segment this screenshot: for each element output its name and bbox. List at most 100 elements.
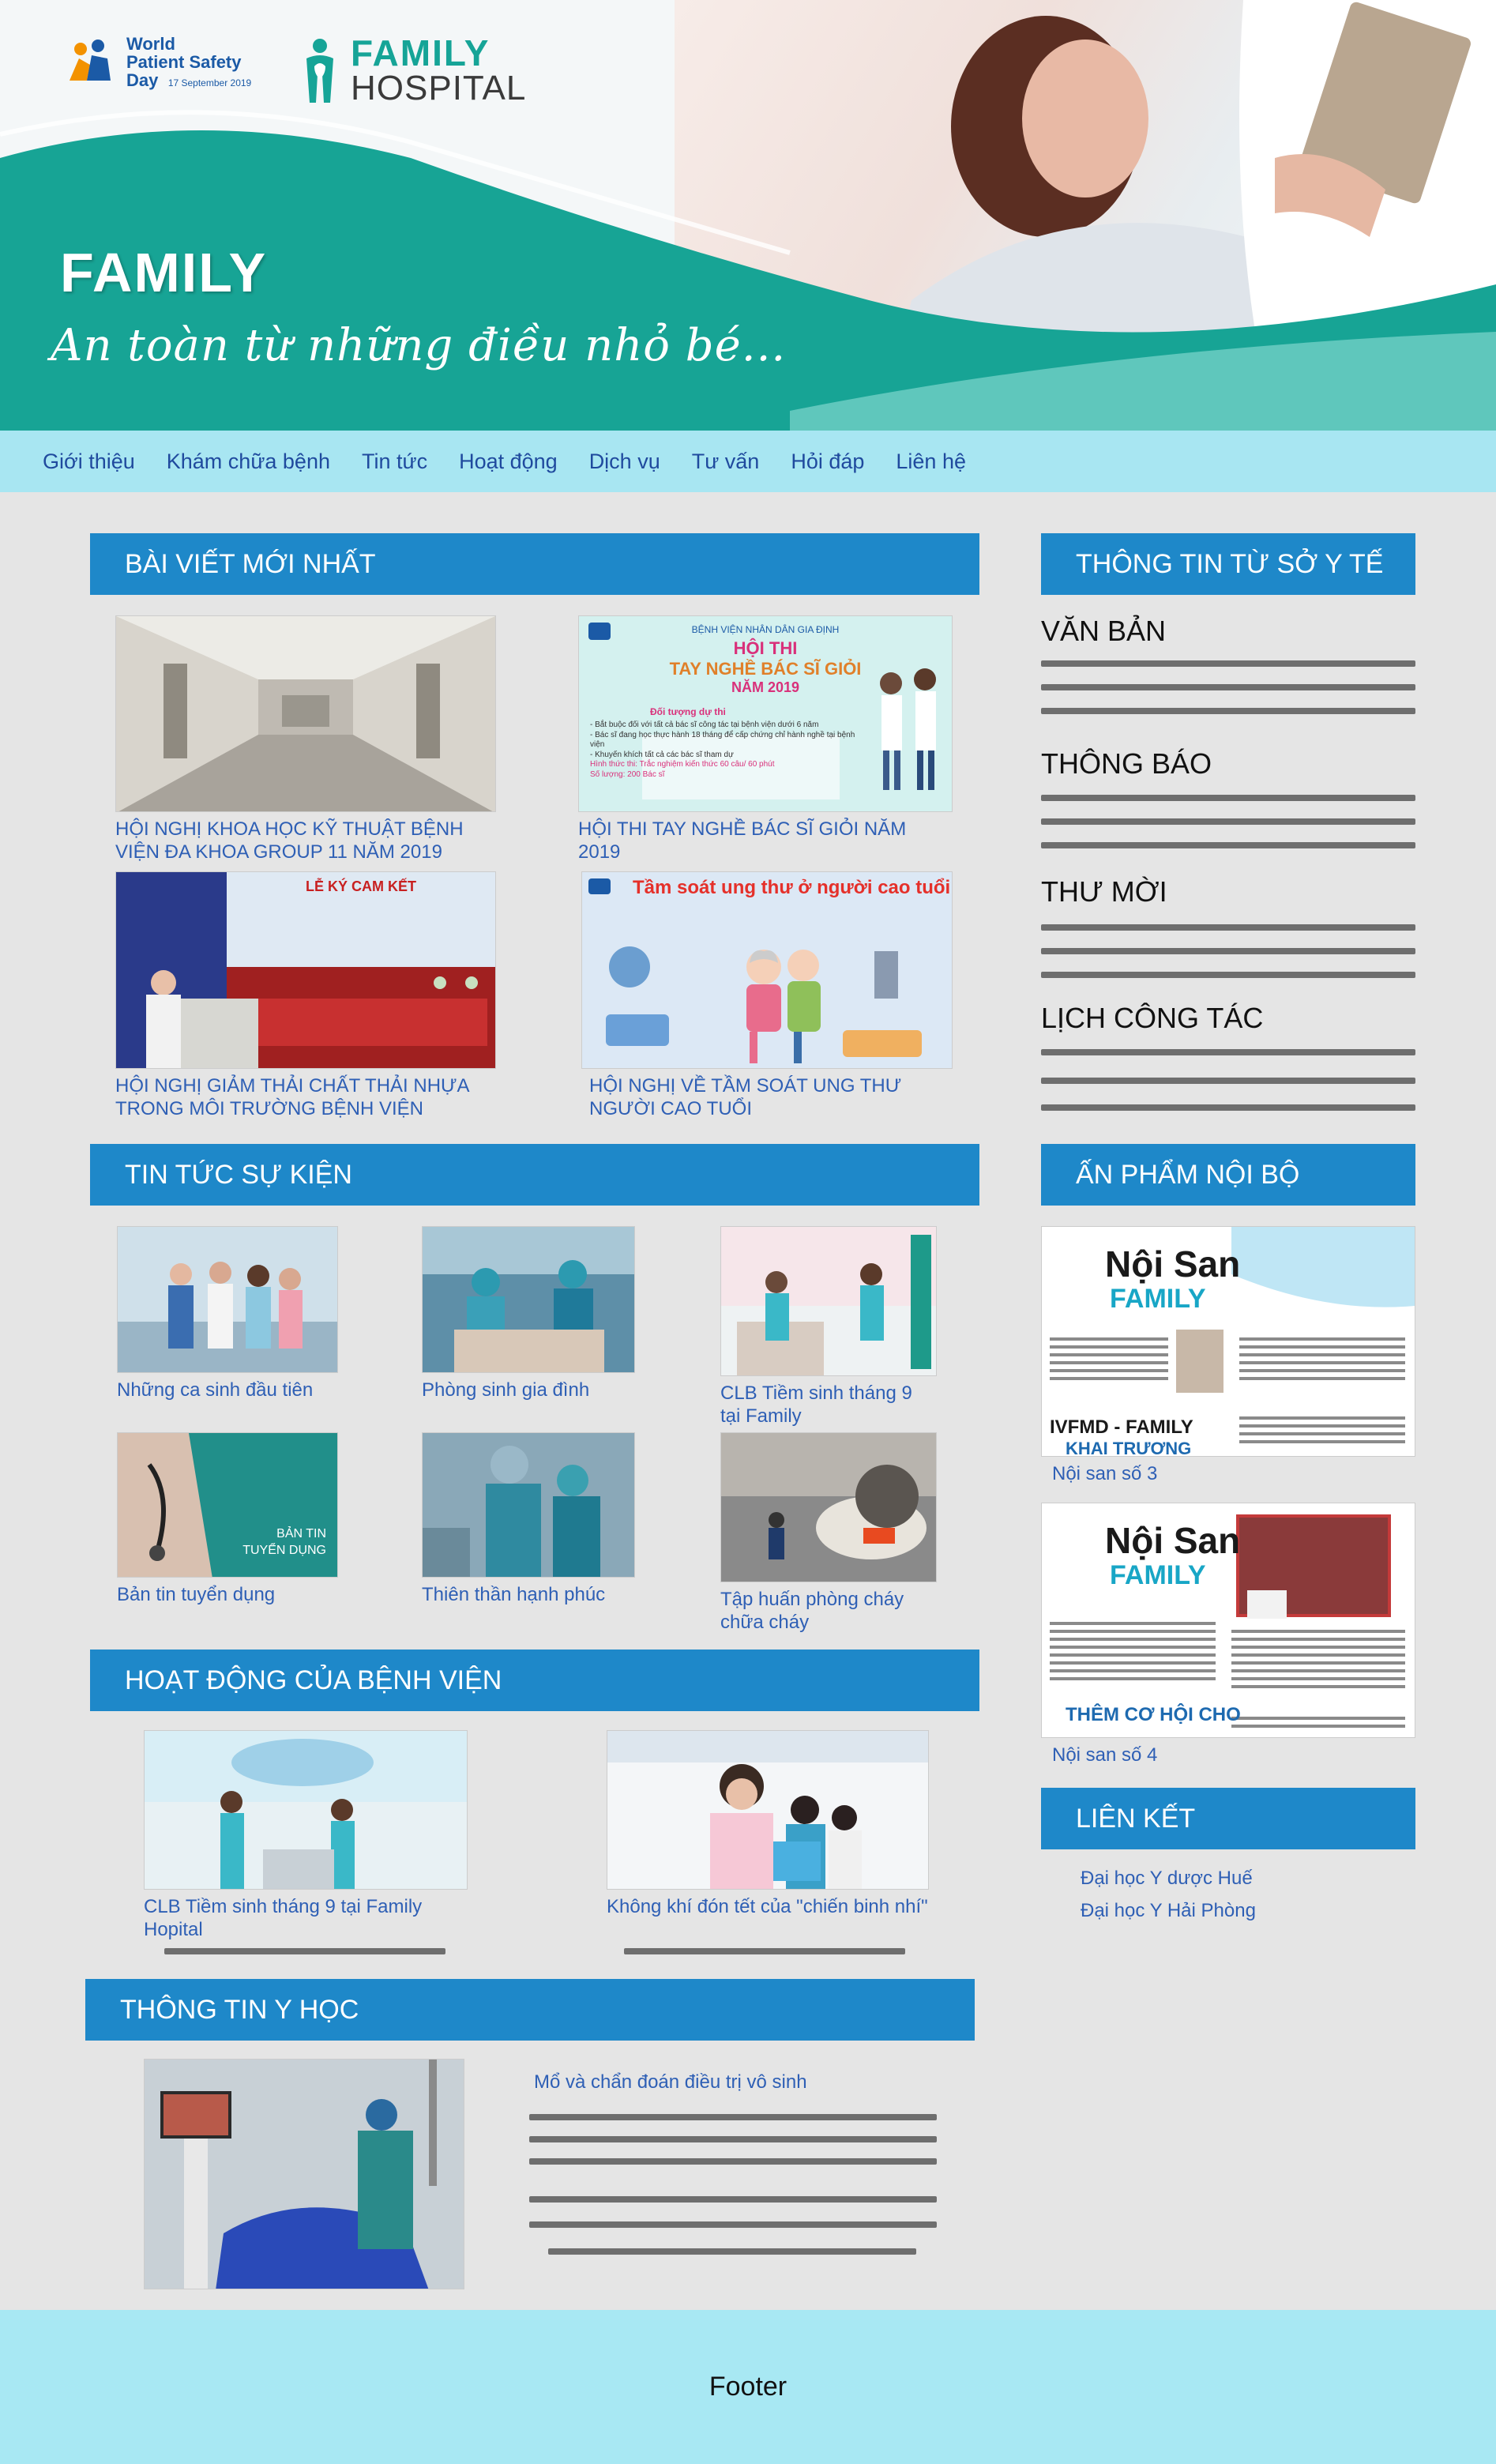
publication-caption[interactable]: Nội san số 3	[1052, 1463, 1415, 1486]
latest-post-caption[interactable]: HỘI NGHỊ GIẢM THẢI CHẤT THẢI NHỰA TRONG …	[115, 1075, 496, 1121]
activity-image[interactable]	[144, 1730, 468, 1890]
wpsd-line3: Day	[126, 70, 159, 91]
activity-card[interactable]: CLB Tiềm sinh tháng 9 tại Family Hopital	[144, 1730, 468, 1942]
news-card[interactable]: Thiên thần hạnh phúc	[422, 1432, 635, 1607]
medical-article-image[interactable]	[144, 2059, 464, 2289]
sidebar-group-thu-moi[interactable]: THƯ MỜI	[1041, 875, 1167, 908]
text-placeholder-line	[1041, 1049, 1415, 1055]
poster-line: - Bác sĩ đang học thực hành 18 tháng để …	[590, 730, 855, 750]
latest-post-image[interactable]: BỆNH VIỆN NHÂN DÂN GIA ĐỊNH HỘI THI TAY …	[578, 615, 953, 812]
news-caption[interactable]: Bản tin tuyển dụng	[117, 1584, 338, 1607]
text-placeholder-line	[548, 2248, 916, 2255]
screening-poster-title: Tầm soát ung thư ở người cao tuổi	[633, 877, 951, 898]
medical-article-card[interactable]	[144, 2059, 464, 2289]
latest-post-caption[interactable]: HỘI NGHỊ VỀ TẦM SOÁT UNG THƯ NGƯỜI CAO T…	[589, 1075, 953, 1121]
news-card[interactable]: BẢN TIN TUYỂN DỤNG Bản tin tuyển dụng	[117, 1432, 338, 1607]
activity-image[interactable]	[607, 1730, 929, 1890]
news-caption[interactable]: Phòng sinh gia đình	[422, 1379, 635, 1402]
news-image[interactable]	[720, 1226, 937, 1376]
latest-post-image[interactable]: LỄ KÝ CAM KẾT	[115, 871, 496, 1069]
news-caption[interactable]: Những ca sinh đầu tiên	[117, 1379, 338, 1402]
text-placeholder-line	[1041, 842, 1415, 848]
wpsd-line2: Patient Safety	[126, 52, 242, 73]
text-placeholder-line	[1041, 795, 1415, 801]
activity-caption[interactable]: CLB Tiềm sinh tháng 9 tại Family Hopital	[144, 1896, 468, 1942]
nav-item-tin-tuc[interactable]: Tin tức	[362, 450, 427, 474]
publication-cover[interactable]: Nội San FAMILY IVFMD - FAMILY KHAI TRƯƠN…	[1041, 1226, 1415, 1457]
latest-post-image[interactable]: Tầm soát ung thư ở người cao tuổi	[581, 871, 953, 1069]
publication-card[interactable]: Nội San FAMILY THÊM CƠ HỘI CHO Nội san s…	[1041, 1503, 1415, 1767]
news-card[interactable]: Những ca sinh đầu tiên	[117, 1226, 338, 1402]
publication-cover[interactable]: Nội San FAMILY THÊM CƠ HỘI CHO	[1041, 1503, 1415, 1738]
family-hospital-logo[interactable]: FAMILY HOSPITAL	[299, 35, 526, 106]
news-card[interactable]: Phòng sinh gia đình	[422, 1226, 635, 1402]
publication-card[interactable]: Nội San FAMILY IVFMD - FAMILY KHAI TRƯƠN…	[1041, 1226, 1415, 1486]
nav-item-tu-van[interactable]: Tư vấn	[692, 450, 760, 474]
nav-item-gioi-thieu[interactable]: Giới thiệu	[43, 450, 135, 474]
prenatal-club-activity-image	[145, 1731, 467, 1889]
news-image[interactable]	[422, 1226, 635, 1373]
nav-item-hoi-dap[interactable]: Hỏi đáp	[791, 450, 864, 474]
news-card[interactable]: CLB Tiềm sinh tháng 9 tại Family	[720, 1226, 937, 1428]
family-hospital-icon	[306, 39, 333, 103]
footer-label: Footer	[709, 2372, 787, 2402]
text-placeholder-line	[1041, 818, 1415, 825]
publication-cover-sub: THÊM CƠ HỘI CHO	[1066, 1704, 1241, 1725]
latest-post-card[interactable]: BỆNH VIỆN NHÂN DÂN GIA ĐỊNH HỘI THI TAY …	[578, 615, 953, 864]
fire-drill-image	[721, 1433, 936, 1582]
latest-post-caption[interactable]: HỘI THI TAY NGHỀ BÁC SĨ GIỎI NĂM 2019	[578, 818, 953, 864]
nav-item-lien-he[interactable]: Liên hệ	[896, 450, 966, 474]
text-placeholder-line	[529, 2158, 937, 2165]
latest-post-card[interactable]: LỄ KÝ CAM KẾT HỘI NGHỊ GIẢM THẢI CHẤT TH…	[115, 871, 496, 1121]
site-footer: Footer	[0, 2310, 1496, 2464]
activity-card[interactable]: Không khí đón tết của "chiến binh nhí"	[607, 1730, 929, 1919]
internal-publications-header: ẤN PHẨM NỘI BỘ	[1041, 1144, 1415, 1206]
publication-caption[interactable]: Nội san số 4	[1052, 1744, 1415, 1767]
brand-family: FAMILY	[351, 32, 491, 73]
poster-line: Hình thức thi: Trắc nghiệm kiến thức 60 …	[590, 760, 775, 769]
nav-item-kham-chua-benh[interactable]: Khám chữa bệnh	[167, 450, 330, 474]
publication-cover-title: Nội San	[1105, 1243, 1241, 1285]
news-caption[interactable]: CLB Tiềm sinh tháng 9 tại Family	[720, 1382, 937, 1428]
news-image[interactable]	[117, 1226, 338, 1373]
prenatal-club-image	[721, 1227, 936, 1375]
link-dai-hoc-y-hai-phong[interactable]: Đại học Y Hải Phòng	[1081, 1900, 1256, 1922]
site-header: World Patient Safety Day 17 September 20…	[0, 0, 1496, 431]
text-placeholder-line	[1041, 708, 1415, 714]
text-placeholder-line	[624, 1948, 905, 1954]
publication-cover-title: Nội San	[1105, 1520, 1241, 1561]
poster-line: - Bắt buộc đối với tất cả bác sĩ công tá…	[590, 720, 819, 729]
world-patient-safety-day-logo[interactable]: World Patient Safety Day 17 September 20…	[63, 35, 251, 90]
medical-info-header: THÔNG TIN Y HỌC	[85, 1979, 975, 2041]
link-dai-hoc-y-duoc-hue[interactable]: Đại học Y dược Huế	[1081, 1868, 1253, 1890]
activity-caption[interactable]: Không khí đón tết của "chiến binh nhí"	[607, 1896, 929, 1919]
latest-post-card[interactable]: HỘI NGHỊ KHOA HỌC KỸ THUẬT BỆNH VIỆN ĐA …	[115, 615, 496, 864]
brand-hospital: HOSPITAL	[351, 69, 527, 107]
publication-cover-brand: FAMILY	[1110, 1560, 1206, 1590]
poster-title-1: HỘI THI	[733, 638, 798, 658]
news-image[interactable]	[422, 1432, 635, 1578]
latest-post-card[interactable]: Tầm soát ung thư ở người cao tuổi HỘI NG…	[581, 871, 953, 1121]
news-card[interactable]: Tập huấn phòng cháy chữa cháy	[720, 1432, 937, 1635]
news-image[interactable]	[720, 1432, 937, 1582]
surgery-image	[145, 2060, 464, 2289]
main-nav: Giới thiệu Khám chữa bệnh Tin tức Hoạt đ…	[0, 431, 1496, 492]
latest-posts-header: BÀI VIẾT MỚI NHẤT	[90, 533, 979, 595]
latest-post-caption[interactable]: HỘI NGHỊ KHOA HỌC KỸ THUẬT BỆNH VIỆN ĐA …	[115, 818, 496, 864]
sidebar-group-thong-bao[interactable]: THÔNG BÁO	[1041, 747, 1212, 781]
latest-post-image[interactable]	[115, 615, 496, 812]
recruitment-image-line: BẢN TIN	[276, 1527, 326, 1540]
sidebar-group-lich-cong-tac[interactable]: LỊCH CÔNG TÁC	[1041, 1002, 1263, 1035]
happy-angels-image	[423, 1433, 634, 1577]
first-births-image	[118, 1227, 337, 1372]
text-placeholder-line	[1041, 1078, 1415, 1084]
news-caption[interactable]: Tập huấn phòng cháy chữa cháy	[720, 1589, 937, 1635]
text-placeholder-line	[529, 2136, 937, 2142]
news-caption[interactable]: Thiên thần hạnh phúc	[422, 1584, 635, 1607]
news-image[interactable]: BẢN TIN TUYỂN DỤNG	[117, 1432, 338, 1578]
sidebar-group-van-ban[interactable]: VĂN BẢN	[1041, 615, 1166, 648]
nav-item-dich-vu[interactable]: Dịch vụ	[589, 450, 660, 474]
medical-article-title[interactable]: Mổ và chẩn đoán điều trị vô sinh	[534, 2071, 807, 2093]
hero-slogan: An toàn từ những điều nhỏ bé...	[51, 320, 787, 371]
nav-item-hoat-dong[interactable]: Hoạt động	[459, 450, 558, 474]
